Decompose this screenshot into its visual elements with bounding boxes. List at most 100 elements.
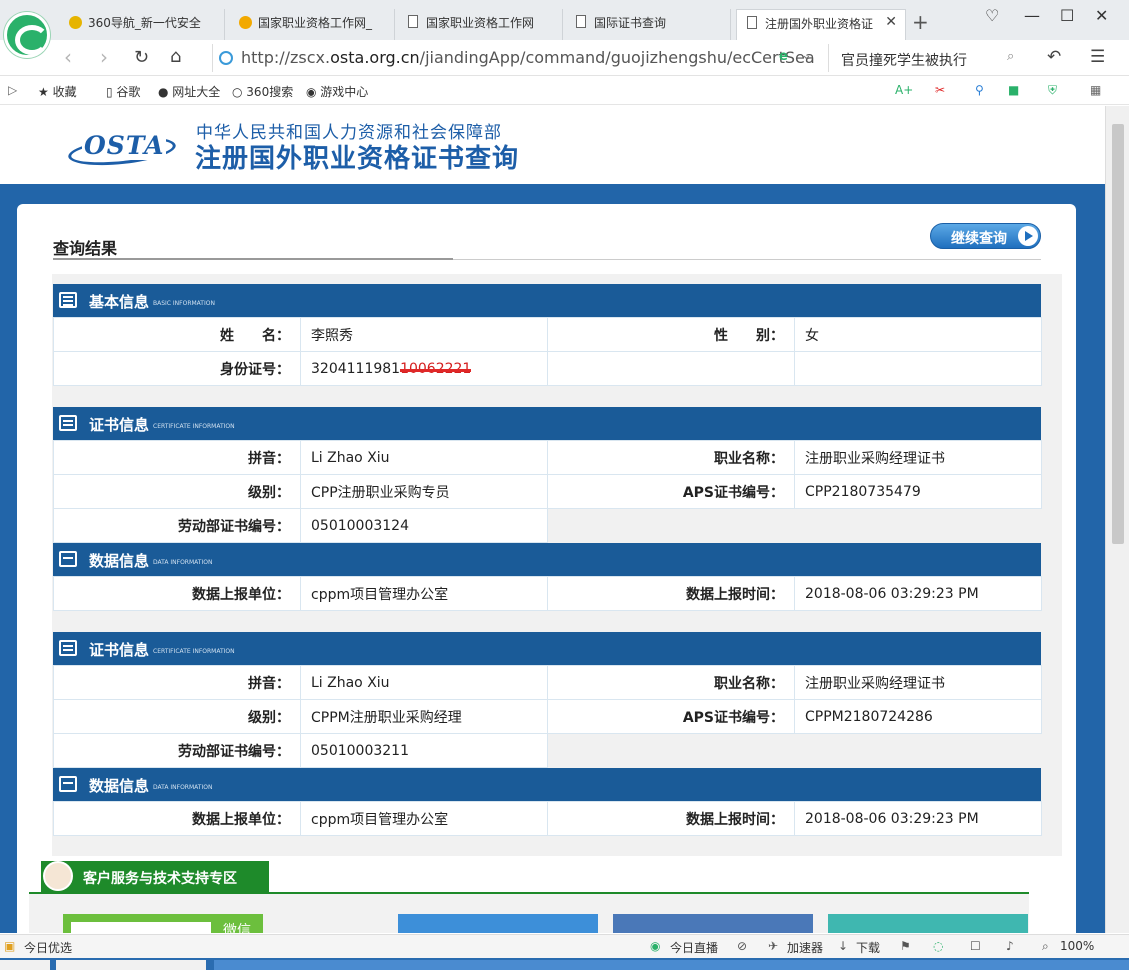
- time-label: 数据上报时间：: [547, 576, 795, 611]
- redaction-mark: 10062221: [400, 360, 472, 377]
- screenshot-icon[interactable]: ✂: [935, 83, 945, 97]
- certificate-icon: [59, 415, 77, 431]
- service-zone: 客户服务与技术支持专区 微信扫一扫: [29, 861, 1029, 933]
- gender-value: 女: [794, 317, 1042, 352]
- ie-mode-icon[interactable]: e: [779, 49, 788, 64]
- favorite-360search[interactable]: ○ 360搜索: [232, 83, 293, 100]
- pinyin-value: Li Zhao Xiu: [300, 440, 548, 475]
- ie-icon[interactable]: ◌: [933, 939, 943, 953]
- undo-icon[interactable]: ↶: [1047, 47, 1061, 67]
- aps-label: APS证书编号：: [547, 699, 795, 734]
- home-icon[interactable]: ⌂: [170, 46, 181, 67]
- aps-label: APS证书编号：: [547, 474, 795, 509]
- labor-label: 劳动部证书编号：: [53, 508, 301, 543]
- search-input[interactable]: 官员撞死学生被执行 ⌕: [828, 44, 1028, 72]
- certificate-icon: [59, 640, 77, 656]
- address-bar: ‹ › ↻ ⌂ http://zscx.osta.org.cn/jianding…: [0, 40, 1129, 76]
- translate-icon[interactable]: A+: [895, 83, 913, 97]
- favorites-bar: ▷ ★ 收藏 ▯ 谷歌 ● 网址大全 ○ 360搜索 ◉ 游戏中心 A+ ✂ ⚲…: [0, 77, 1129, 105]
- basic-info-header: 基本信息 BASIC INFORMATION: [53, 284, 1041, 317]
- document-icon: [576, 15, 586, 28]
- gamepad-icon[interactable]: ■: [1008, 83, 1019, 97]
- osta-logo: OSTA: [66, 128, 180, 170]
- url-input[interactable]: http://zscx.osta.org.cn/jiandingApp/comm…: [212, 44, 818, 72]
- basic-info-section: 基本信息 BASIC INFORMATION 姓 名： 李照秀 性 别： 女 身…: [53, 284, 1042, 386]
- play-icon: [1018, 226, 1038, 246]
- shield-icon[interactable]: ⛨: [1048, 83, 1057, 98]
- apps-icon[interactable]: ▦: [1090, 83, 1101, 97]
- back-icon[interactable]: ‹: [64, 45, 72, 69]
- accelerator-button[interactable]: 加速器: [787, 939, 823, 956]
- zoom-level[interactable]: 100%: [1060, 939, 1094, 953]
- name-value: 李照秀: [300, 317, 548, 352]
- tab-bar: 360导航_新一代安全 国家职业资格工作网_ 国家职业资格工作网 国际证书查询 …: [0, 0, 1129, 40]
- unit-label: 数据上报单位：: [53, 801, 301, 836]
- scrollbar-thumb[interactable]: [1112, 124, 1124, 544]
- certificate-header: 证书信息 CERTIFICATE INFORMATION: [53, 407, 1041, 440]
- time-value: 2018-08-06 03:29:23 PM: [794, 576, 1042, 611]
- play-circle-icon: ◉: [650, 939, 661, 953]
- gender-label: 性 别：: [547, 317, 795, 352]
- level-value: CPP注册职业采购专员: [300, 474, 548, 509]
- today-live[interactable]: 今日直播: [670, 939, 718, 956]
- tab-osta-2[interactable]: 国家职业资格工作网: [398, 9, 563, 40]
- continue-query-button[interactable]: 继续查询: [930, 223, 1041, 249]
- vertical-scrollbar[interactable]: [1105, 106, 1129, 933]
- today-picks[interactable]: 今日优选: [24, 939, 72, 956]
- document-icon: [747, 16, 757, 29]
- tab-active[interactable]: 注册国外职业资格证 ✕: [736, 9, 906, 40]
- flag-icon[interactable]: ⚑: [900, 939, 911, 953]
- favorite-games[interactable]: ◉ 游戏中心: [306, 83, 368, 100]
- certificate-table: 拼音： Li Zhao Xiu 职业名称： 注册职业采购经理证书 级别： CPP…: [53, 665, 1042, 768]
- divider: [53, 258, 1041, 260]
- list-icon: [59, 292, 77, 308]
- name-label: 姓 名：: [53, 317, 301, 352]
- zoom-icon: ⌕: [1042, 939, 1049, 953]
- site-title: 注册国外职业资格证书查询: [195, 144, 520, 174]
- service-card-2[interactable]: [398, 914, 598, 933]
- tab-360-nav[interactable]: 360导航_新一代安全: [60, 9, 225, 40]
- forward-icon[interactable]: ›: [100, 45, 108, 69]
- taskbar: [0, 958, 1129, 970]
- close-window-button[interactable]: ✕: [1095, 6, 1108, 25]
- aps-value: CPP2180735479: [794, 474, 1042, 509]
- search-icon[interactable]: ⌕: [1007, 49, 1014, 64]
- data-info-table: 数据上报单位： cppm项目管理办公室 数据上报时间： 2018-08-06 0…: [53, 801, 1042, 836]
- certificate-header: 证书信息 CERTIFICATE INFORMATION: [53, 632, 1041, 665]
- history-icon[interactable]: ⊘: [737, 939, 747, 953]
- volume-icon[interactable]: ♪: [1006, 939, 1014, 953]
- close-tab-icon[interactable]: ✕: [885, 14, 897, 30]
- window-icon[interactable]: ☐: [970, 939, 981, 953]
- unit-value: cppm项目管理办公室: [300, 801, 548, 836]
- rocket-icon: ✈: [768, 939, 779, 953]
- gift-icon: ▣: [4, 939, 16, 953]
- tab-osta-1[interactable]: 国家职业资格工作网_: [230, 9, 395, 40]
- maximize-button[interactable]: ☐: [1060, 6, 1074, 25]
- download-button[interactable]: 下载: [856, 939, 880, 956]
- new-tab-button[interactable]: +: [912, 10, 929, 34]
- document-icon: [408, 15, 418, 28]
- id-label: 身份证号：: [53, 351, 301, 386]
- tab-intl-cert[interactable]: 国际证书查询: [566, 9, 731, 40]
- chevron-down-icon[interactable]: ⌄: [801, 48, 812, 63]
- service-card-4[interactable]: [828, 914, 1028, 933]
- data-info-header: 数据信息 DATA INFORMATION: [53, 768, 1041, 801]
- magnifier-icon[interactable]: ⚲: [975, 83, 984, 97]
- site-header: OSTA 中华人民共和国人力资源和社会保障部 注册国外职业资格证书查询: [0, 106, 1105, 184]
- favorite-google[interactable]: ▯ 谷歌: [106, 83, 140, 100]
- menu-icon[interactable]: ☰: [1090, 47, 1105, 67]
- service-tab[interactable]: 客户服务与技术支持专区: [41, 861, 269, 900]
- favorite-collect[interactable]: ★ 收藏: [38, 83, 77, 100]
- result-title: 查询结果: [53, 239, 118, 258]
- shirt-skin-icon[interactable]: ♡: [985, 6, 999, 25]
- download-icon: ↓: [838, 939, 849, 953]
- favorite-hao[interactable]: ● 网址大全: [158, 83, 220, 100]
- wechat-card[interactable]: 微信扫一扫: [63, 914, 263, 933]
- service-card-3[interactable]: [613, 914, 813, 933]
- result-panel: 查询结果 继续查询 基本信息 BASIC INFORMATION 姓 名： 李照…: [17, 204, 1076, 933]
- certificate-section-1: 证书信息 CERTIFICATE INFORMATION 拼音： Li Zhao…: [53, 407, 1042, 611]
- refresh-icon[interactable]: ↻: [134, 47, 149, 68]
- job-label: 职业名称：: [547, 440, 795, 475]
- minimize-button[interactable]: —: [1024, 6, 1040, 25]
- sidebar-toggle-icon[interactable]: ▷: [8, 83, 17, 97]
